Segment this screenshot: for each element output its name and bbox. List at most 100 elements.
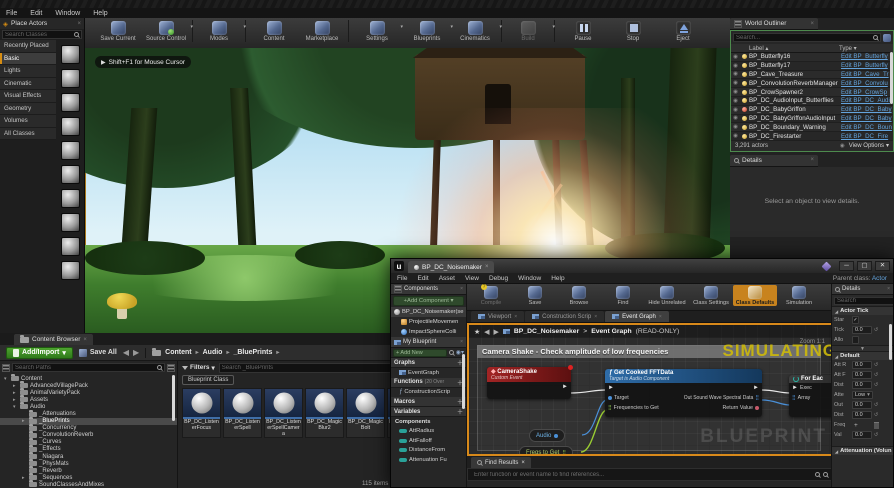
visibility-eye-icon[interactable]: ◉ <box>731 80 740 86</box>
toolbar-button[interactable]: Save Current <box>93 20 143 42</box>
detail-value[interactable]: 0.0 <box>852 431 872 439</box>
actor-thumbnail[interactable] <box>60 44 80 64</box>
expander-arrow-icon[interactable]: ▾ <box>4 376 9 382</box>
actor-thumbnail[interactable] <box>60 140 80 160</box>
filter-icon[interactable] <box>883 33 891 42</box>
visibility-eye-icon[interactable]: ◉ <box>731 63 740 69</box>
toolbar-button[interactable]: Content <box>249 20 299 42</box>
close-icon[interactable]: × <box>460 339 463 345</box>
edit-blueprint-link[interactable]: Edit BP_Butterfly <box>841 62 893 69</box>
actor-thumbnail[interactable] <box>60 260 80 280</box>
expander-arrow-icon[interactable]: ▸ <box>13 390 18 396</box>
close-icon[interactable]: × <box>77 21 81 27</box>
detail-value[interactable]: 0.0 <box>852 371 872 379</box>
close-button[interactable]: ✕ <box>875 261 890 271</box>
toolbar-button[interactable]: Settings <box>352 20 403 42</box>
menu-item[interactable]: File <box>397 275 407 282</box>
visibility-eye-icon[interactable]: ◉ <box>731 89 740 95</box>
minimize-button[interactable]: ─ <box>839 261 854 271</box>
variable-row[interactable]: AttFalloff <box>391 436 466 446</box>
menu-item[interactable]: Help <box>551 275 564 282</box>
detail-value[interactable]: 0.0 <box>852 411 872 419</box>
actor-thumbnail[interactable] <box>60 164 80 184</box>
asset-tile[interactable]: BP_DC_ListenerSpell <box>223 388 262 438</box>
detail-value[interactable]: 0.0 <box>852 401 872 409</box>
exec-out-pin[interactable]: ► <box>562 384 568 390</box>
close-icon[interactable]: × <box>810 157 814 163</box>
detail-value[interactable]: 0.0 <box>852 326 872 334</box>
bp-document-tab[interactable]: BP_DC_Noisemaker × <box>408 261 495 273</box>
menu-item[interactable]: Asset <box>439 275 455 282</box>
outliner-row[interactable]: ◉ BP_CrowSpawner2 Edit BP_CrowSp <box>731 88 893 97</box>
close-icon[interactable]: × <box>594 314 597 320</box>
return-value-pin[interactable] <box>755 406 759 410</box>
close-icon[interactable]: × <box>460 286 463 292</box>
attenuation-section[interactable]: Attenuation (Volun <box>832 446 893 455</box>
spectral-data-pin[interactable]: ⣿ <box>755 395 759 401</box>
asset-tile[interactable]: BP_DC_MagicBlur2 <box>305 388 344 438</box>
folder-row[interactable]: ▸ _Sequences <box>0 473 177 481</box>
my-blueprint-tab[interactable]: My Blueprint × <box>391 337 466 348</box>
visibility-eye-icon[interactable]: ◉ <box>731 71 740 77</box>
breadcrumb-item[interactable]: Audio <box>203 349 223 356</box>
folder-row[interactable]: ▾ Content <box>0 374 177 382</box>
asset-tile[interactable]: BP_DC_ListenerFocus <box>182 388 221 438</box>
expander-arrow-icon[interactable]: ▾ <box>13 404 18 410</box>
filters-button[interactable]: Filters ▾ <box>182 364 215 372</box>
bp-toolbar-button[interactable]: Find <box>601 285 645 306</box>
place-actors-category[interactable]: Basic <box>0 52 56 65</box>
search-classes-input[interactable] <box>5 31 72 38</box>
actor-thumbnail[interactable] <box>60 68 80 88</box>
close-icon[interactable]: × <box>83 337 87 343</box>
outliner-row[interactable]: ◉ BP_ConvolutionReverbManager Edit BP_Co… <box>731 79 893 89</box>
node-get-audio[interactable]: Audio <box>529 429 566 442</box>
parent-class-link[interactable]: Actor <box>872 275 887 282</box>
outliner-row[interactable]: ◉ BP_Butterfly17 Edit BP_Butterfly <box>731 61 893 71</box>
graph-tab[interactable]: Event Graph × <box>605 311 669 322</box>
asset-tile[interactable]: BP_DC_ListenerSpellCamera <box>264 388 303 438</box>
audio-out-pin[interactable] <box>554 433 559 438</box>
toolbar-button[interactable]: Modes <box>196 20 246 42</box>
bp-toolbar-button[interactable]: Browse <box>557 285 601 306</box>
place-actors-category[interactable]: Geometry <box>0 102 56 115</box>
bp-toolbar-button[interactable]: Class Settings <box>689 285 733 306</box>
visibility-eye-icon[interactable]: ◉ <box>731 124 740 130</box>
folder-row[interactable]: _ConvolutionReverb <box>0 430 177 439</box>
outliner-row[interactable]: ◉ BP_DC_BabyGriffonAudioInput Edit BP_DC… <box>731 114 893 124</box>
save-all-button[interactable]: Save All <box>78 348 117 357</box>
visibility-eye-icon[interactable]: ◉ <box>731 98 740 104</box>
detail-value[interactable] <box>852 336 859 344</box>
toolbar-button[interactable]: Pause <box>558 20 608 42</box>
actor-thumbnail[interactable] <box>60 116 80 136</box>
expander-arrow-icon[interactable]: ▸ <box>13 397 18 403</box>
search-paths-input[interactable] <box>15 364 155 371</box>
breadcrumb-graph[interactable]: Event Graph <box>591 328 631 335</box>
search-icon[interactable] <box>448 350 454 355</box>
component-row[interactable]: BP_DC_Noisemaker(se <box>391 307 466 317</box>
my-blueprint-scrollbar[interactable] <box>462 354 465 409</box>
array-pin[interactable]: ⣿ <box>792 395 796 401</box>
components-tab[interactable]: Components × <box>391 284 466 295</box>
place-actors-category[interactable]: Visual Effects <box>0 90 56 103</box>
outliner-scrollbar[interactable] <box>890 52 893 104</box>
bp-toolbar-button[interactable]: Save <box>513 285 557 306</box>
functions-section-header[interactable]: Functions (20 Over ＋ <box>391 377 466 388</box>
details-search-input[interactable] <box>837 297 893 304</box>
toolbar-button[interactable]: Marketplace <box>299 20 349 42</box>
variable-row[interactable]: DistanceFrom <box>391 446 466 456</box>
menu-item[interactable]: Debug <box>489 275 508 282</box>
macros-section-header[interactable]: Macros ＋ <box>391 397 466 407</box>
component-row[interactable]: ProjectileMovemen <box>391 317 466 327</box>
default-section[interactable]: Default <box>832 351 893 360</box>
exec-in-pin[interactable]: ► <box>792 385 798 391</box>
detail-value[interactable]: 0.0 <box>852 381 872 389</box>
bp-toolbar-button[interactable]: Hide Unrelated <box>645 285 689 306</box>
actor-thumbnail[interactable] <box>60 212 80 232</box>
world-outliner-tab[interactable]: World Outliner × <box>730 18 818 30</box>
view-options-button[interactable]: ◉ View Options ▾ <box>838 142 889 150</box>
menu-item[interactable]: Edit <box>30 10 42 17</box>
close-icon[interactable]: × <box>521 460 525 466</box>
graph-tab[interactable]: Viewport × <box>471 311 525 322</box>
edit-blueprint-link[interactable]: Edit BP_DC_Fire <box>841 133 893 140</box>
breadcrumb-item[interactable]: _BluePrints <box>233 349 272 356</box>
